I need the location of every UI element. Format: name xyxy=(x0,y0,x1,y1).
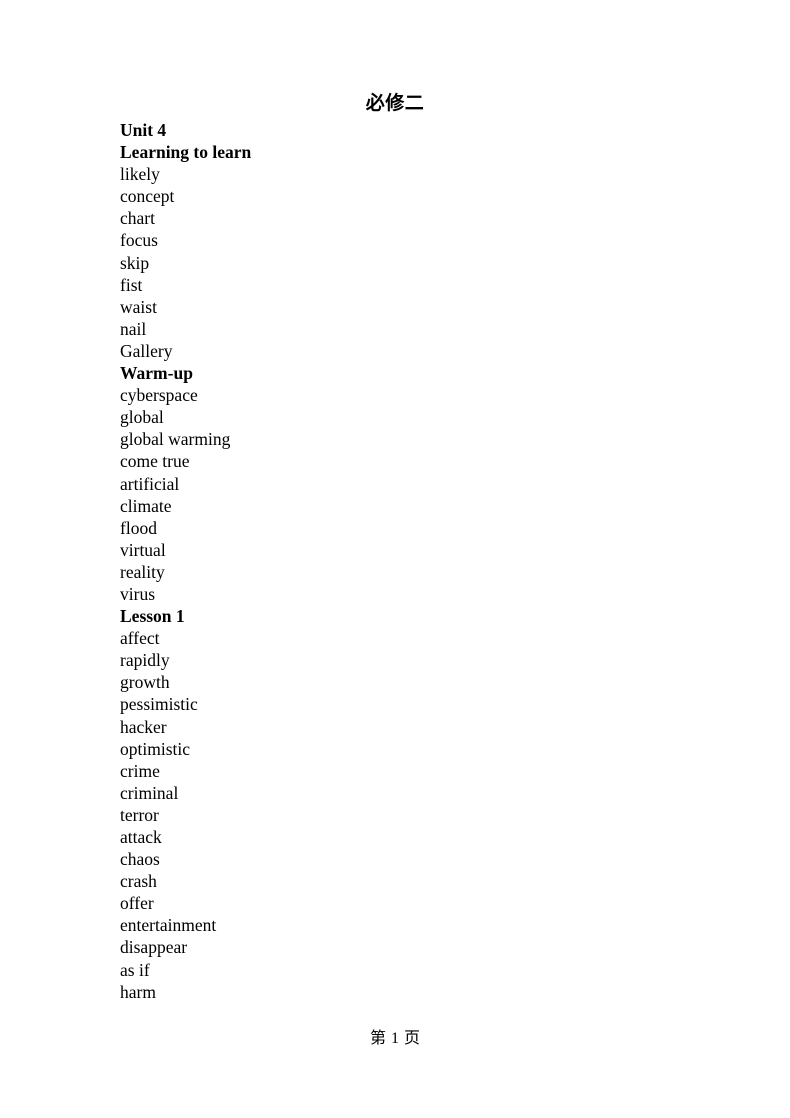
vocabulary-item: as if xyxy=(120,959,150,980)
section-heading: Warm-up xyxy=(120,363,193,384)
vocabulary-item: climate xyxy=(120,495,172,516)
vocabulary-item: pessimistic xyxy=(120,694,198,715)
vocabulary-item: reality xyxy=(120,561,165,582)
vocabulary-item: criminal xyxy=(120,782,179,803)
vocabulary-item: attack xyxy=(120,827,162,847)
page-footer: 第1页 xyxy=(0,1028,790,1050)
footer-prefix: 第 xyxy=(369,1030,386,1047)
vocabulary-item: likely xyxy=(120,164,160,185)
vocabulary-item: artificial xyxy=(120,473,180,494)
vocabulary-item: virtual xyxy=(120,539,166,560)
vocabulary-item: virus xyxy=(120,583,155,604)
vocabulary-item: global warming xyxy=(120,429,231,450)
vocabulary-item: affect xyxy=(120,628,160,649)
vocabulary-item: fist xyxy=(120,274,143,295)
footer-page-number: 1 xyxy=(391,1030,399,1047)
vocabulary-item: disappear xyxy=(120,937,188,958)
vocabulary-word-list: Unit 4 Learning to learn likely concept char… xyxy=(120,119,520,1003)
vocabulary-item: cyberspace xyxy=(120,385,198,406)
section-heading: Learning to learn xyxy=(120,142,252,163)
document-title: 必修二 xyxy=(365,93,425,114)
vocabulary-item: rapidly xyxy=(120,650,170,671)
vocabulary-item: come true xyxy=(120,451,190,472)
vocabulary-item: crash xyxy=(120,871,157,892)
vocabulary-item: chaos xyxy=(120,849,160,870)
vocabulary-item: optimistic xyxy=(120,738,190,759)
section-heading: Unit 4 xyxy=(120,120,167,140)
vocabulary-item: concept xyxy=(120,186,175,207)
vocabulary-item: nail xyxy=(120,318,147,339)
vocabulary-item: terror xyxy=(120,804,159,825)
document-page: 必修二 Unit 4 Learning to learn likely concept… xyxy=(0,0,790,1118)
section-heading: Lesson 1 xyxy=(120,606,185,627)
vocabulary-item: Gallery xyxy=(120,340,173,361)
vocabulary-item: entertainment xyxy=(120,915,217,936)
vocabulary-item: skip xyxy=(120,252,150,273)
vocabulary-item: harm xyxy=(120,981,156,1002)
vocabulary-item: hacker xyxy=(120,716,167,737)
vocabulary-item: chart xyxy=(120,208,155,229)
vocabulary-item: growth xyxy=(120,672,170,693)
vocabulary-item: crime xyxy=(120,760,160,781)
vocabulary-item: global xyxy=(120,407,164,428)
footer-suffix: 页 xyxy=(404,1030,421,1047)
vocabulary-item: waist xyxy=(120,296,157,317)
vocabulary-item: flood xyxy=(120,517,157,538)
vocabulary-item: offer xyxy=(120,893,154,914)
vocabulary-item: focus xyxy=(120,230,158,251)
